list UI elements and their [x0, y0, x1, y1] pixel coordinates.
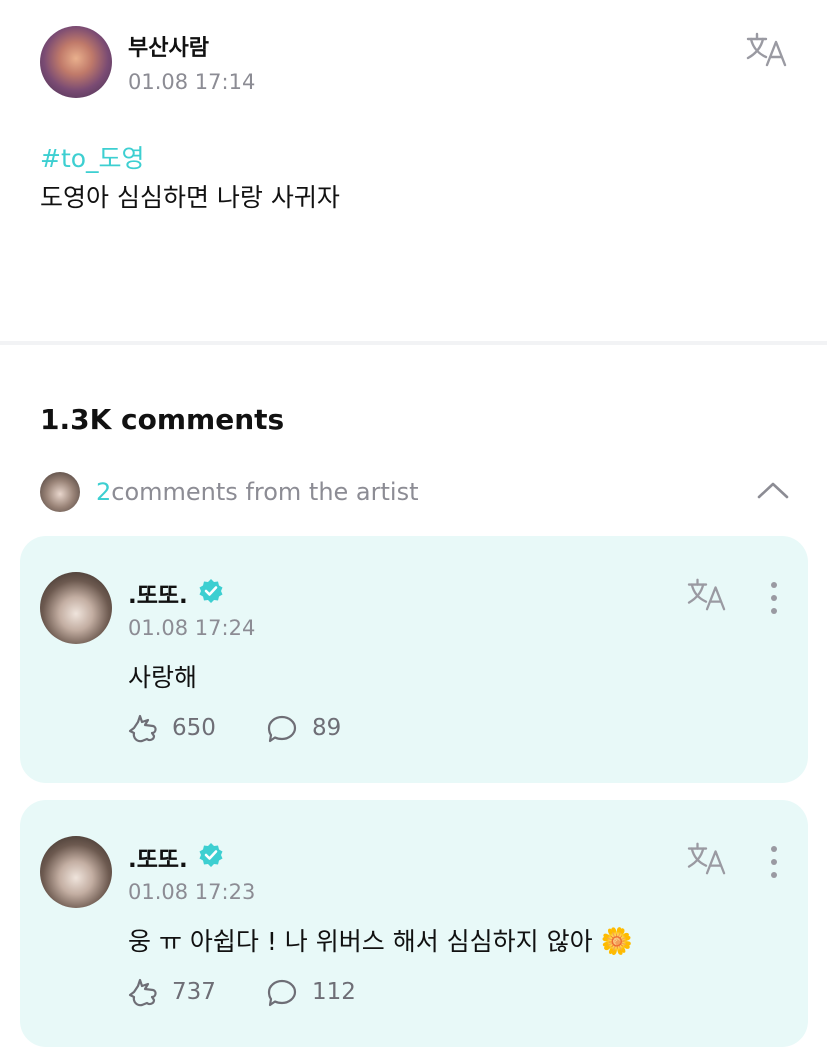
commenter-name[interactable]: .또또.: [128, 840, 188, 874]
post-hashtag[interactable]: #to_도영: [40, 139, 145, 175]
translate-icon[interactable]: [686, 840, 728, 878]
post-header: 부산사람 01.08 17:14: [40, 26, 800, 98]
verified-badge-icon: [199, 843, 223, 867]
author-avatar[interactable]: [40, 26, 112, 98]
comment-timestamp: 01.08 17:23: [128, 880, 256, 904]
artist-comments-toggle[interactable]: 2comments from the artist: [40, 472, 800, 512]
artist-comment-card: .또또. 01.08 17:23 웅 ㅠ 아쉽다 ! 나 위버스 해서 심심하지…: [20, 800, 808, 1047]
comment-actions: 650 89: [128, 712, 628, 746]
like-icon[interactable]: [128, 714, 160, 744]
translate-icon[interactable]: [745, 30, 789, 70]
more-vertical-icon[interactable]: [764, 844, 784, 880]
comment-actions: 737 112: [128, 976, 628, 1010]
commenter-avatar[interactable]: [40, 572, 112, 644]
like-icon[interactable]: [128, 978, 160, 1008]
more-vertical-icon[interactable]: [764, 580, 784, 616]
reply-count: 89: [312, 715, 342, 741]
artist-comments-label: 2comments from the artist: [96, 478, 419, 506]
post-timestamp: 01.08 17:14: [128, 70, 256, 94]
comment-text: 사랑해: [128, 663, 198, 692]
artist-comments-text: comments from the artist: [111, 478, 419, 506]
artist-comments-count: 2: [96, 478, 112, 506]
comment-timestamp: 01.08 17:24: [128, 616, 256, 640]
verified-badge-icon: [199, 579, 223, 603]
flower-emoji: 🌼: [600, 927, 633, 957]
artist-avatar: [40, 472, 80, 512]
author-name[interactable]: 부산사람: [128, 30, 209, 62]
comments-count: 1.3K comments: [40, 403, 285, 436]
like-count: 650: [172, 715, 216, 741]
reply-icon[interactable]: [266, 978, 298, 1008]
reply-count: 112: [312, 979, 356, 1005]
comment-text-body: 웅 ㅠ 아쉽다 ! 나 위버스 해서 심심하지 않아: [128, 927, 593, 956]
chevron-up-icon[interactable]: [756, 478, 790, 502]
translate-icon[interactable]: [686, 576, 728, 614]
post-body: 도영아 심심하면 나랑 사귀자: [40, 183, 340, 212]
artist-comment-card: .또또. 01.08 17:24 사랑해 650 89: [20, 536, 808, 783]
commenter-avatar[interactable]: [40, 836, 112, 908]
comment-text: 웅 ㅠ 아쉽다 ! 나 위버스 해서 심심하지 않아 🌼: [128, 922, 633, 958]
reply-icon[interactable]: [266, 714, 298, 744]
section-divider: [0, 341, 827, 345]
like-count: 737: [172, 979, 216, 1005]
commenter-name[interactable]: .또또.: [128, 576, 188, 610]
